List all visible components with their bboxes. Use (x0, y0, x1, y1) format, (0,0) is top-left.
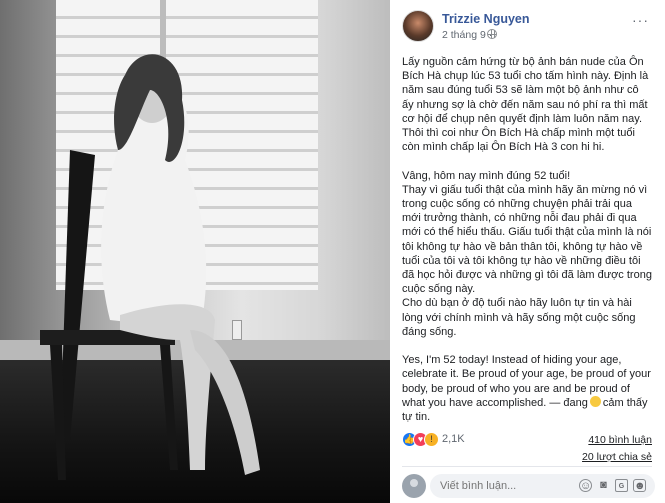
more-options-icon[interactable]: ··· (632, 12, 652, 28)
share-count-link[interactable]: 20 lượt chia sẻ (402, 451, 652, 463)
divider (402, 466, 652, 467)
comment-composer: ☺ ◙ G ☻ (402, 474, 655, 498)
post-paragraph: Thay vì giấu tuổi thật của mình hãy ăn m… (402, 183, 652, 296)
post-paragraph-en: Yes, I'm 52 today! Instead of hiding you… (402, 353, 652, 424)
commenter-avatar (402, 474, 426, 498)
post-date[interactable]: 2 tháng 9 · (442, 29, 492, 41)
post-paragraph: Vâng, hôm nay mình đúng 52 tuổi! (402, 169, 571, 182)
reaction-count[interactable]: 2,1K (442, 433, 465, 445)
reactions-bar: 👍 ♥ ! 2,1K 410 bình luận (402, 432, 652, 450)
smile-emoji-icon (589, 395, 601, 407)
post-paragraph: Lấy nguồn cảm hứng từ bộ ảnh bán nude củ… (402, 56, 649, 154)
author-name[interactable]: Trizzie Nguyen (442, 12, 530, 26)
post-panel: Trizzie Nguyen 2 tháng 9 · ··· Lấy nguồn… (390, 0, 665, 503)
photo-chair-figure (40, 54, 260, 480)
globe-icon (487, 29, 497, 39)
post-text: Lấy nguồn cảm hứng từ bộ ảnh bán nude củ… (402, 55, 652, 424)
emoji-picker-icon[interactable]: ☺ (579, 479, 592, 492)
post-photo[interactable] (0, 0, 390, 503)
gif-icon[interactable]: G (615, 479, 628, 492)
post-paragraph: Cho dù bạn ở độ tuổi nào hãy luôn tự tin… (402, 297, 636, 338)
sticker-icon[interactable]: ☻ (633, 479, 646, 492)
author-avatar[interactable] (402, 10, 434, 42)
comment-count-link[interactable]: 410 bình luận (588, 434, 652, 446)
camera-icon[interactable]: ◙ (597, 479, 610, 492)
photo-viewer (0, 0, 390, 503)
wow-reaction-icon: ! (424, 432, 439, 447)
